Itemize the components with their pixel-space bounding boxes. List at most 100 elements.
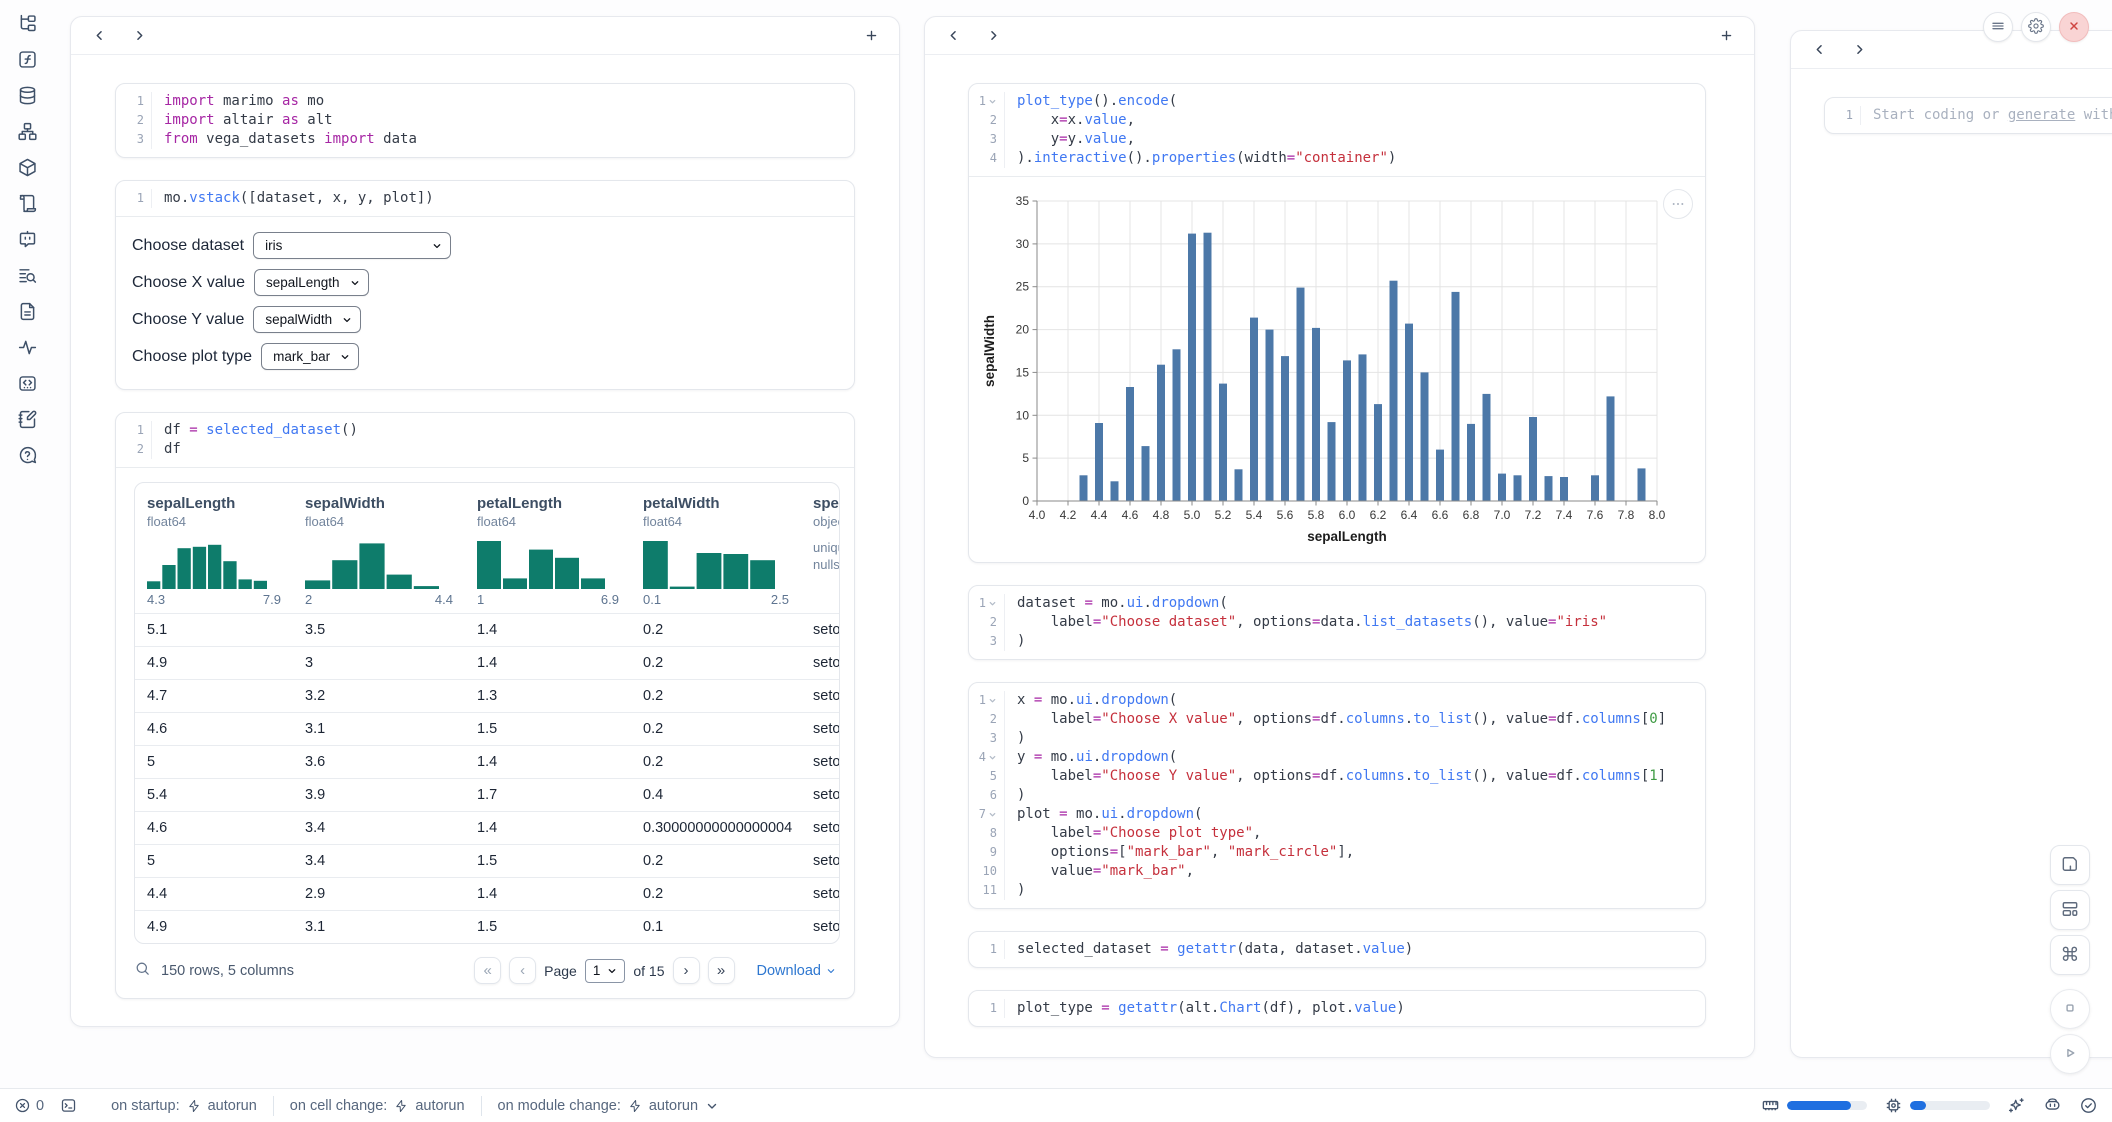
runtime-config-on-module-change[interactable]: on module change:autorun xyxy=(481,1096,736,1116)
table-cell: setosa xyxy=(801,919,840,935)
sidebar-documentation-icon[interactable] xyxy=(16,300,38,322)
last-page-button[interactable]: » xyxy=(708,957,735,984)
table-cell: 3.6 xyxy=(293,754,465,770)
code-editor-dataframe[interactable]: 1df = selected_dataset()2df xyxy=(116,413,854,467)
table-row[interactable]: 53.61.40.2setosa xyxy=(135,745,839,778)
connection-status-icon[interactable] xyxy=(2079,1096,2098,1115)
page-count-label: of 15 xyxy=(633,963,664,979)
column-header-sepalWidth[interactable]: sepalWidthfloat6424.4 xyxy=(293,483,465,613)
fold-chevron-icon[interactable] xyxy=(988,599,997,608)
bar-chart[interactable]: 4.04.24.44.64.85.05.25.45.65.86.06.26.46… xyxy=(979,187,1699,558)
save-button[interactable] xyxy=(2050,845,2090,885)
ai-sparkles-icon[interactable] xyxy=(2007,1096,2026,1115)
column-header-petalWidth[interactable]: petalWidthfloat640.12.5 xyxy=(631,483,801,613)
svg-text:10: 10 xyxy=(1016,408,1030,422)
sidebar-logs-icon[interactable] xyxy=(16,264,38,286)
line-number: 2 xyxy=(969,111,1005,130)
dropdown-select[interactable]: iris xyxy=(253,232,451,259)
table-row[interactable]: 5.13.51.40.2setosa xyxy=(135,613,839,646)
fold-chevron-icon[interactable] xyxy=(988,97,997,106)
errors-count: 0 xyxy=(36,1098,44,1114)
run-button[interactable] xyxy=(2050,1034,2090,1074)
sidebar-datasources-icon[interactable] xyxy=(16,84,38,106)
table-row[interactable]: 4.93.11.50.1setosa xyxy=(135,910,839,943)
sidebar-dependency-graph-icon[interactable] xyxy=(16,120,38,142)
sidebar-file-explorer-icon[interactable] xyxy=(16,12,38,34)
runtime-config-on-cell-change[interactable]: on cell change:autorun xyxy=(273,1096,481,1116)
chart-actions-button[interactable] xyxy=(1663,189,1693,219)
code-line: 2df xyxy=(116,440,854,459)
table-row[interactable]: 4.73.21.30.2setosa xyxy=(135,679,839,712)
sidebar-tracing-icon[interactable] xyxy=(16,336,38,358)
table-row[interactable]: 4.63.11.50.2setosa xyxy=(135,712,839,745)
column-next-button[interactable] xyxy=(983,26,1003,46)
code-editor-vstack[interactable]: 1mo.vstack([dataset, x, y, plot]) xyxy=(116,181,854,216)
copilot-icon[interactable] xyxy=(2043,1096,2062,1115)
table-cell: 1.4 xyxy=(465,655,631,671)
table-cell: 1.7 xyxy=(465,787,631,803)
page-select[interactable]: 1 xyxy=(585,959,626,983)
svg-text:7.4: 7.4 xyxy=(1556,508,1573,522)
settings-button[interactable] xyxy=(2021,12,2051,42)
runtime-config-on-startup[interactable]: on startup:autorun xyxy=(95,1096,273,1116)
fold-chevron-icon[interactable] xyxy=(988,696,997,705)
column-prev-button[interactable] xyxy=(89,26,109,46)
column-prev-button[interactable] xyxy=(943,26,963,46)
code-text: ) xyxy=(1017,632,1025,651)
table-row[interactable]: 4.931.40.2setosa xyxy=(135,646,839,679)
column-header-species[interactable]: speciesobjectuniquenulls: xyxy=(801,483,840,613)
code-editor-plot-type[interactable]: 1plot_type = getattr(alt.Chart(df), plot… xyxy=(969,991,1705,1026)
sidebar-scripts-icon[interactable] xyxy=(16,192,38,214)
fold-chevron-icon[interactable] xyxy=(988,753,997,762)
download-button[interactable]: Download xyxy=(757,963,837,979)
table-row[interactable]: 5.43.91.70.4setosa xyxy=(135,778,839,811)
menu-button[interactable] xyxy=(1983,12,2013,42)
code-editor-imports[interactable]: 1import marimo as mo2import altair as al… xyxy=(116,84,854,157)
line-number: 2 xyxy=(116,440,152,459)
shutdown-button[interactable] xyxy=(2059,12,2089,42)
sidebar-help-icon[interactable] xyxy=(16,444,38,466)
layout-button[interactable] xyxy=(2050,890,2090,930)
table-row[interactable]: 53.41.50.2setosa xyxy=(135,844,839,877)
dropdown-select[interactable]: sepalLength xyxy=(254,269,369,296)
code-line: 1Start coding or generate with AI xyxy=(1825,106,2112,125)
line-number: 1 xyxy=(969,999,1005,1018)
dropdown-select[interactable]: sepalWidth xyxy=(253,306,361,333)
code-editor-plot[interactable]: 1plot_type().encode(2 x=x.value,3 y=y.va… xyxy=(969,84,1705,176)
sidebar-snippets-icon[interactable] xyxy=(16,372,38,394)
table-cell: setosa xyxy=(801,886,840,902)
first-page-button[interactable]: « xyxy=(474,957,501,984)
dropdown-label: Choose dataset xyxy=(132,237,244,255)
sidebar-scratchpad-icon[interactable] xyxy=(16,408,38,430)
column-prev-button[interactable] xyxy=(1809,40,1829,60)
table-cell: 3.4 xyxy=(293,853,465,869)
next-page-button[interactable]: › xyxy=(673,957,700,984)
code-editor-xy-plot-dropdowns[interactable]: 1x = mo.ui.dropdown(2 label="Choose X va… xyxy=(969,683,1705,908)
terminal-icon[interactable] xyxy=(60,1097,77,1114)
table-row[interactable]: 4.42.91.40.2setosa xyxy=(135,877,839,910)
line-number: 4 xyxy=(969,748,1005,767)
table-cell: 1.5 xyxy=(465,853,631,869)
code-editor-empty[interactable]: 1Start coding or generate with AI xyxy=(1825,98,2112,133)
column-next-button[interactable] xyxy=(1849,40,1869,60)
sidebar-packages-icon[interactable] xyxy=(16,156,38,178)
table-row[interactable]: 4.63.41.40.30000000000000004setosa xyxy=(135,811,839,844)
table-cell: 3 xyxy=(293,655,465,671)
stop-button[interactable] xyxy=(2050,989,2090,1029)
table-cell: 0.2 xyxy=(631,688,801,704)
fold-chevron-icon[interactable] xyxy=(988,810,997,819)
errors-icon[interactable] xyxy=(14,1097,31,1114)
shortcuts-button[interactable]: ⌘ xyxy=(2050,935,2090,975)
column-header-sepalLength[interactable]: sepalLengthfloat644.37.9 xyxy=(135,483,293,613)
column-next-button[interactable] xyxy=(129,26,149,46)
code-editor-dataset-dropdown[interactable]: 1dataset = mo.ui.dropdown(2 label="Choos… xyxy=(969,586,1705,659)
add-column-button[interactable] xyxy=(861,26,881,46)
prev-page-button[interactable]: ‹ xyxy=(509,957,536,984)
add-column-button[interactable] xyxy=(1716,26,1736,46)
column-header-petalLength[interactable]: petalLengthfloat6416.9 xyxy=(465,483,631,613)
search-icon[interactable] xyxy=(134,960,151,982)
code-editor-selected-dataset[interactable]: 1selected_dataset = getattr(data, datase… xyxy=(969,932,1705,967)
dropdown-select[interactable]: mark_bar xyxy=(261,343,359,370)
sidebar-functions-icon[interactable] xyxy=(16,48,38,70)
sidebar-chat-icon[interactable] xyxy=(16,228,38,250)
